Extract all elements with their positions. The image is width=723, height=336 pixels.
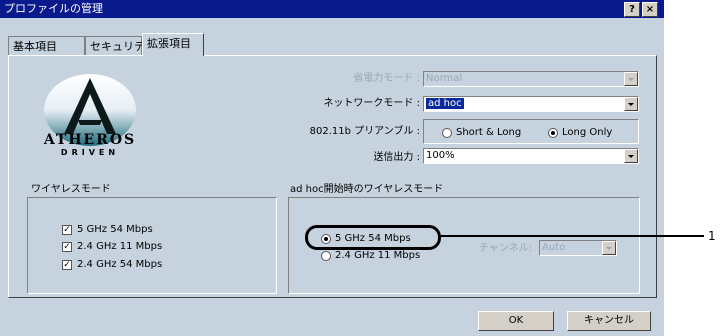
- wireless-mode-24ghz-11-checkbox[interactable]: ✓: [62, 242, 72, 252]
- wireless-mode-group: ✓ 5 GHz 54 Mbps ✓ 2.4 GHz 11 Mbps ✓ 2.4 …: [27, 197, 277, 294]
- window-title: プロファイルの管理: [4, 2, 103, 15]
- channel-value: Auto: [542, 242, 566, 253]
- logo-brand-text: ATHEROS: [43, 132, 137, 148]
- wireless-mode-title: ワイヤレスモード: [29, 183, 113, 196]
- tab-security[interactable]: セキュリティ: [85, 36, 155, 55]
- callout-number: 1: [708, 229, 716, 243]
- help-button[interactable]: ?: [624, 2, 640, 17]
- network-mode-label: ネットワークモード :: [323, 98, 420, 109]
- wireless-mode-24ghz-11-label: 2.4 GHz 11 Mbps: [77, 241, 163, 252]
- power-save-select[interactable]: Normal: [423, 71, 639, 87]
- adhoc-24ghz-radio[interactable]: [321, 251, 331, 261]
- preamble-long-only-radio[interactable]: [548, 128, 558, 138]
- atheros-logo: ATHEROS DRIVEN: [28, 72, 152, 164]
- profile-dialog: プロファイルの管理 ? × 基本項目 セキュリティ 拡張項目 ATHEROS D…: [0, 0, 664, 336]
- close-button[interactable]: ×: [642, 2, 658, 17]
- chevron-down-icon: [602, 241, 616, 255]
- network-mode-select[interactable]: ad hoc: [423, 96, 639, 112]
- tab-basic[interactable]: 基本項目: [8, 36, 85, 55]
- wireless-mode-5ghz-checkbox[interactable]: ✓: [62, 225, 72, 235]
- preamble-group: Short & Long Long Only: [423, 119, 639, 144]
- logo-sub-text: DRIVEN: [60, 148, 120, 157]
- ok-button[interactable]: OK: [478, 311, 554, 331]
- wireless-mode-24ghz-54-label: 2.4 GHz 54 Mbps: [77, 259, 163, 270]
- cancel-button[interactable]: キャンセル: [567, 311, 651, 331]
- adhoc-24ghz-label: 2.4 GHz 11 Mbps: [335, 250, 421, 261]
- wireless-mode-5ghz-label: 5 GHz 54 Mbps: [77, 224, 153, 235]
- network-mode-value: ad hoc: [426, 98, 464, 109]
- chevron-down-icon: [624, 149, 638, 163]
- power-save-value: Normal: [426, 73, 463, 84]
- preamble-long-only-label: Long Only: [562, 127, 613, 138]
- channel-label: チャンネル:: [479, 243, 533, 254]
- callout-highlight: [305, 225, 441, 250]
- preamble-short-long-radio[interactable]: [442, 128, 452, 138]
- tx-power-label: 送信出力 :: [373, 152, 420, 163]
- chevron-down-icon: [624, 97, 638, 111]
- chevron-down-icon: [624, 72, 638, 86]
- tab-advanced[interactable]: 拡張項目: [142, 33, 204, 56]
- preamble-label: 802.11b プリアンブル :: [309, 126, 420, 137]
- preamble-short-long-label: Short & Long: [456, 127, 522, 138]
- tx-power-value: 100%: [426, 150, 455, 161]
- tx-power-select[interactable]: 100%: [423, 148, 639, 164]
- title-bar: プロファイルの管理 ? ×: [0, 0, 664, 18]
- callout-line: [441, 235, 704, 237]
- power-save-label: 省電力モード :: [353, 73, 420, 84]
- adhoc-mode-title: ad hoc開始時のワイヤレスモード: [288, 183, 446, 196]
- wireless-mode-24ghz-54-checkbox[interactable]: ✓: [62, 260, 72, 270]
- channel-select[interactable]: Auto: [539, 240, 617, 256]
